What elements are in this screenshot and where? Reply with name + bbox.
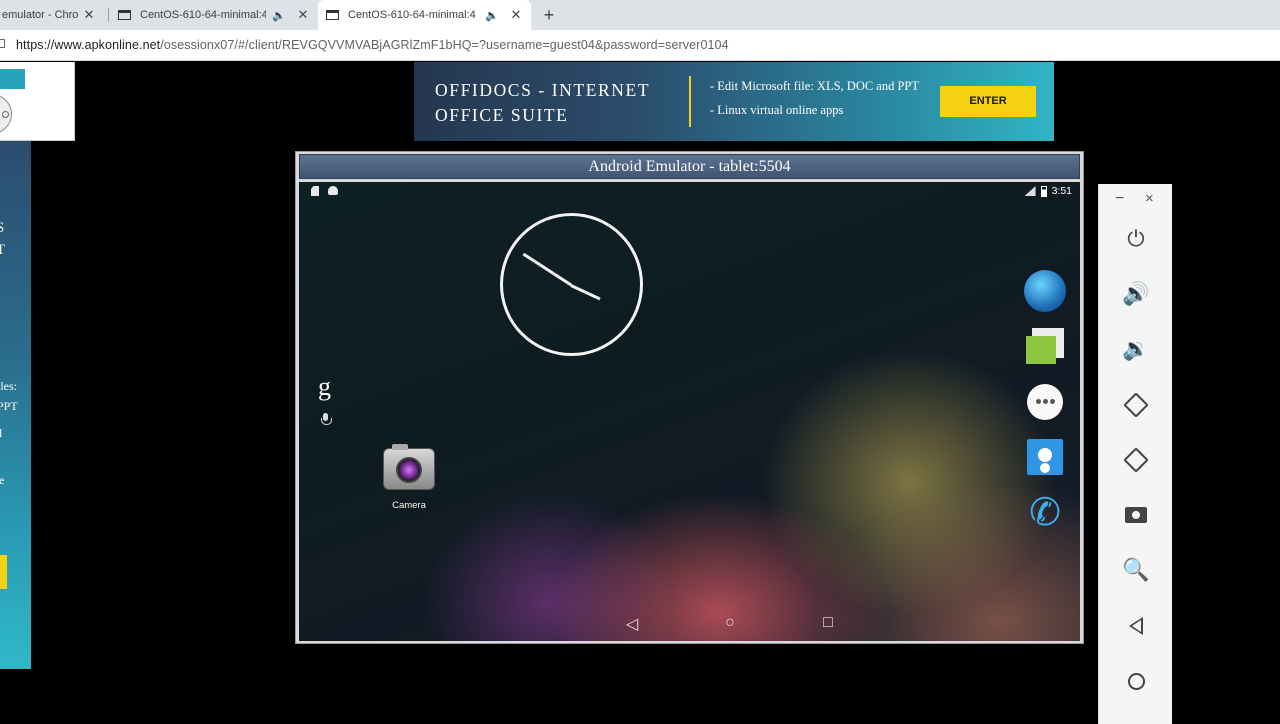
browser-tab-strip: emulator - Chrome ✕ CentOS-610-64-minima… xyxy=(0,0,1280,30)
toolbar-close-button[interactable]: × xyxy=(1145,190,1154,207)
tab-close-icon[interactable]: ✕ xyxy=(509,7,523,23)
volume-up-icon[interactable]: 🔊 xyxy=(1121,279,1151,309)
contacts-icon xyxy=(1027,439,1063,475)
rotate-left-icon[interactable] xyxy=(1121,390,1151,420)
tab-title: CentOS-610-64-minimal:4 (g xyxy=(140,9,267,21)
browser-app[interactable] xyxy=(1022,268,1068,314)
emulator-side-toolbar: − × ⏻ 🔊 🔉 🔍 xyxy=(1098,184,1172,724)
analog-clock-widget[interactable] xyxy=(500,213,643,356)
camera-icon xyxy=(383,444,435,490)
rotate-right-icon[interactable] xyxy=(1121,445,1151,475)
clock-minute-hand xyxy=(522,253,572,287)
ad-line-2: - Linux virtual online apps xyxy=(710,103,844,117)
app-drawer[interactable] xyxy=(1022,379,1068,425)
ad-fragment: PPT xyxy=(0,399,18,413)
emulator-title-bar[interactable]: Android Emulator - tablet:5504 xyxy=(299,154,1080,179)
ad-fragment: l xyxy=(0,426,3,440)
url-host: https://www.apkonline.net xyxy=(16,38,161,52)
volume-down-icon[interactable]: 🔉 xyxy=(1121,334,1151,364)
globe-icon xyxy=(1024,270,1066,312)
offidocs-ad-banner[interactable]: OFFIDOCS - INTERNET OFFICE SUITE - Edit … xyxy=(414,62,1054,141)
ad-enter-button[interactable] xyxy=(0,555,7,589)
back-icon[interactable] xyxy=(1121,611,1151,641)
battery-icon xyxy=(1040,185,1047,197)
phone-icon: ✆ xyxy=(1029,492,1061,534)
ad-line-1: - Edit Microsoft file: XLS, DOC and PPT xyxy=(710,79,920,93)
round-button[interactable] xyxy=(0,94,12,134)
home-icon[interactable] xyxy=(1121,666,1151,696)
android-debug-icon xyxy=(328,186,338,195)
tab-title: CentOS-610-64-minimal:4 (g xyxy=(348,9,480,21)
app-drawer-icon xyxy=(1027,384,1063,420)
ad-divider xyxy=(689,76,691,127)
tab-centos-2-active[interactable]: CentOS-610-64-minimal:4 (g 🔈 ✕ xyxy=(318,0,531,30)
status-time: 3:51 xyxy=(1051,185,1072,197)
home-nav-icon[interactable]: ○ xyxy=(681,614,779,634)
camera-app-label: Camera xyxy=(392,500,426,511)
status-bar-left xyxy=(311,186,338,196)
url-text[interactable]: https://www.apkonline.net/osessionx07/#/… xyxy=(16,38,729,52)
android-home-screen[interactable]: 3:51 g Camera ✆ ◁ ○ □ xyxy=(299,182,1080,641)
recents-nav-icon[interactable]: □ xyxy=(779,614,877,634)
tab-favicon-icon xyxy=(118,10,131,20)
google-search-icon[interactable]: g xyxy=(318,372,331,402)
android-nav-bar: ◁ ○ □ xyxy=(583,614,877,634)
signal-icon xyxy=(1024,186,1036,196)
camera-app[interactable]: Camera xyxy=(379,444,439,511)
address-bar[interactable]: https://www.apkonline.net/osessionx07/#/… xyxy=(0,30,1280,61)
phone-app[interactable]: ✆ xyxy=(1022,490,1068,536)
back-nav-icon[interactable]: ◁ xyxy=(583,614,681,634)
toolbar-minimize-button[interactable]: − xyxy=(1115,190,1124,208)
status-bar-right: 3:51 xyxy=(1024,185,1072,197)
url-path: /osessionx07/#/client/REVGQVVMVABjAGRlZm… xyxy=(160,38,729,52)
tab-close-icon[interactable]: ✕ xyxy=(296,7,310,23)
ad-fragment: T xyxy=(0,242,7,258)
sd-card-icon xyxy=(311,186,319,196)
lock-icon[interactable] xyxy=(0,39,5,48)
left-ad-banner[interactable]: S T iles: PPT l e xyxy=(0,141,31,669)
tab-favicon-icon xyxy=(326,10,339,20)
audio-playing-icon[interactable]: 🔈 xyxy=(272,9,286,22)
ad-fragment: iles: xyxy=(0,379,17,393)
messaging-app[interactable] xyxy=(1022,324,1068,370)
new-tab-button[interactable]: + xyxy=(539,4,559,26)
messaging-icon xyxy=(1026,328,1064,366)
power-icon[interactable]: ⏻ xyxy=(1121,224,1151,254)
zoom-icon[interactable]: 🔍 xyxy=(1121,555,1151,585)
ad-title: OFFIDOCS - INTERNET OFFICE SUITE xyxy=(435,80,651,125)
screenshot-camera-icon[interactable] xyxy=(1121,500,1151,530)
tab-separator xyxy=(108,8,109,22)
ad-fragment: e xyxy=(0,473,5,487)
contacts-app[interactable] xyxy=(1022,434,1068,480)
tab-title: emulator - Chrome xyxy=(2,9,78,21)
ad-enter-button[interactable]: ENTER xyxy=(940,86,1036,117)
tab-close-icon[interactable]: ✕ xyxy=(82,7,96,23)
microphone-icon[interactable] xyxy=(321,413,332,427)
ad-fragment: S xyxy=(0,220,6,236)
emulator-window: Android Emulator - tablet:5504 3:51 g Ca… xyxy=(295,151,1084,644)
audio-playing-icon[interactable]: 🔈 xyxy=(485,9,499,22)
left-panel-top xyxy=(0,62,75,141)
tab-centos-1[interactable]: CentOS-610-64-minimal:4 (g 🔈 ✕ xyxy=(110,0,318,30)
left-panel-accent-bar xyxy=(0,69,25,89)
clock-hour-hand xyxy=(570,284,601,301)
tab-emulator[interactable]: emulator - Chrome ✕ xyxy=(0,0,104,30)
